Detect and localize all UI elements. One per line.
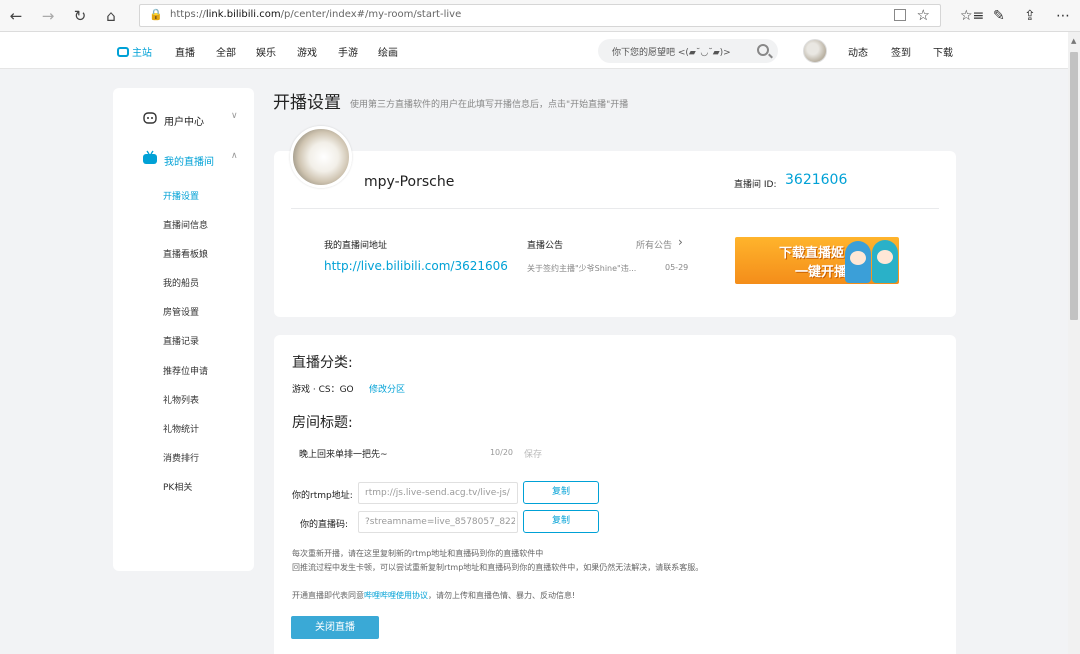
search-placeholder: 你下您的愿望吧 <(▰˘◡˘▰)> bbox=[612, 48, 731, 58]
title-heading: 房间标题: bbox=[292, 415, 353, 431]
sidebar-item-crew[interactable]: 我的船员 bbox=[163, 276, 199, 289]
pen-icon[interactable]: ✎ bbox=[993, 6, 1005, 26]
category-heading: 直播分类: bbox=[292, 355, 353, 371]
sidebar-item-live-history[interactable]: 直播记录 bbox=[163, 334, 199, 347]
notice-item[interactable]: 关于签约主播"少爷Shine"违... bbox=[527, 263, 636, 274]
tv-icon bbox=[143, 150, 157, 164]
room-address-label: 我的直播间地址 bbox=[324, 241, 388, 251]
room-avatar[interactable] bbox=[290, 126, 352, 188]
sidebar-group-label: 我的直播间 bbox=[164, 157, 214, 168]
nav-home[interactable]: 主站 bbox=[117, 44, 152, 59]
room-id: 3621606 bbox=[785, 172, 848, 188]
save-title-link[interactable]: 保存 bbox=[524, 447, 542, 460]
avatar[interactable] bbox=[803, 39, 827, 63]
nav-all[interactable]: 全部 bbox=[216, 44, 236, 59]
room-address-link[interactable]: http://live.bilibili.com/3621606 bbox=[324, 259, 508, 273]
notice-label: 直播公告 bbox=[527, 241, 564, 251]
more-icon[interactable]: ⋯ bbox=[1056, 6, 1070, 26]
address-bar[interactable]: 🔒 https://link.bilibili.com/p/center/ind… bbox=[139, 4, 941, 27]
nav-feed[interactable]: 动态 bbox=[848, 44, 868, 59]
sidebar-item-mascot[interactable]: 直播看板娘 bbox=[163, 247, 208, 260]
chevron-up-icon: ∧ bbox=[231, 151, 238, 161]
close-live-button[interactable]: 关闭直播 bbox=[291, 616, 379, 639]
room-id-label: 直播间 ID: bbox=[734, 180, 777, 190]
lock-icon: 🔒 bbox=[149, 8, 163, 21]
room-title-input[interactable]: 晚上回来单排一把先~ 10/20 bbox=[292, 441, 518, 463]
page-title: 开播设置 bbox=[273, 93, 341, 113]
category-value: 游戏 · CS：GO bbox=[292, 385, 354, 395]
mascot-character-illustration bbox=[845, 241, 871, 283]
tv-icon bbox=[117, 47, 129, 57]
stream-code-field[interactable]: ?streamname=live_8578057_822 bbox=[358, 511, 518, 533]
reading-view-icon[interactable] bbox=[894, 9, 906, 21]
search-icon[interactable] bbox=[757, 44, 769, 56]
sidebar-group-user-center[interactable]: 用户中心 ∨ bbox=[113, 104, 254, 134]
nav-live[interactable]: 直播 bbox=[175, 44, 195, 59]
forward-icon[interactable]: → bbox=[38, 6, 58, 26]
sidebar-item-recommend[interactable]: 推荐位申请 bbox=[163, 364, 208, 377]
stream-code-label: 你的直播码: bbox=[300, 520, 349, 530]
banner-line1: 下载直播姬 bbox=[779, 246, 845, 261]
sidebar-group-my-room[interactable]: 我的直播间 ∧ bbox=[113, 144, 254, 174]
mascot-character-illustration bbox=[872, 240, 898, 283]
scrollbar-thumb[interactable] bbox=[1070, 52, 1078, 320]
share-icon[interactable]: ⇪ bbox=[1024, 6, 1036, 26]
back-icon[interactable]: ← bbox=[6, 6, 26, 26]
sidebar-item-ranking[interactable]: 消费排行 bbox=[163, 451, 199, 464]
room-title-value: 晚上回来单排一把先~ bbox=[299, 450, 388, 460]
agreement-note: 开通直播即代表同意哔哩哔哩使用协议，请勿上传和直播色情、暴力、反动信息! bbox=[292, 591, 576, 600]
all-notices-link[interactable]: 所有公告 bbox=[636, 238, 672, 251]
nav-mobile-games[interactable]: 手游 bbox=[338, 44, 358, 59]
copy-rtmp-button[interactable]: 复制 bbox=[523, 481, 599, 504]
nav-download[interactable]: 下载 bbox=[933, 44, 953, 59]
instruction-note: 每次重新开播，请在这里复制新的rtmp地址和直播码到你的直播软件中 bbox=[292, 549, 544, 558]
home-icon[interactable]: ⌂ bbox=[101, 6, 121, 26]
banner-line2: 一键开播 bbox=[795, 265, 848, 280]
site-header: 主站 直播 全部 娱乐 游戏 手游 绘画 你下您的愿望吧 <(▰˘◡˘▰)> 动… bbox=[0, 32, 1068, 69]
change-category-link[interactable]: 修改分区 bbox=[369, 382, 405, 395]
sidebar-group-label: 用户中心 bbox=[164, 117, 204, 128]
chevron-right-icon[interactable]: › bbox=[678, 235, 683, 249]
rtmp-address-value: rtmp://js.live-send.acg.tv/live-js/ bbox=[365, 488, 510, 498]
browser-toolbar: ← → ↻ ⌂ 🔒 https://link.bilibili.com/p/ce… bbox=[0, 0, 1080, 32]
refresh-icon[interactable]: ↻ bbox=[70, 6, 90, 26]
scroll-up-icon[interactable]: ▲ bbox=[1071, 37, 1076, 45]
nav-drawing[interactable]: 绘画 bbox=[378, 44, 398, 59]
sidebar-item-room-info[interactable]: 直播间信息 bbox=[163, 218, 208, 231]
favorite-star-icon[interactable]: ☆ bbox=[917, 6, 930, 24]
sidebar-item-gift-stats[interactable]: 礼物统计 bbox=[163, 422, 199, 435]
nav-checkin[interactable]: 签到 bbox=[891, 44, 911, 59]
favorites-icon[interactable]: ☆≡ bbox=[960, 6, 984, 26]
nav-entertainment[interactable]: 娱乐 bbox=[256, 44, 276, 59]
rtmp-label: 你的rtmp地址: bbox=[292, 491, 353, 501]
char-count: 10/20 bbox=[489, 448, 513, 457]
sidebar-item-start-live[interactable]: 开播设置 bbox=[163, 189, 199, 202]
instruction-note: 回推流过程中发生卡顿，可以尝试重新复制rtmp地址和直播码到你的直播软件中，如果… bbox=[292, 563, 704, 572]
stream-code-value: ?streamname=live_8578057_822 bbox=[365, 517, 515, 527]
search-input[interactable]: 你下您的愿望吧 <(▰˘◡˘▰)> bbox=[598, 39, 778, 63]
sidebar-item-moderators[interactable]: 房管设置 bbox=[163, 305, 199, 318]
notice-date: 05-29 bbox=[665, 263, 689, 272]
rtmp-address-field[interactable]: rtmp://js.live-send.acg.tv/live-js/ bbox=[358, 482, 518, 504]
page-scrollbar[interactable]: ▲ bbox=[1068, 32, 1080, 654]
chevron-down-icon: ∨ bbox=[231, 111, 238, 121]
nav-games[interactable]: 游戏 bbox=[297, 44, 317, 59]
page-subtitle: 使用第三方直播软件的用户在此填写开播信息后，点击"开始直播"开播 bbox=[350, 100, 629, 110]
copy-stream-code-button[interactable]: 复制 bbox=[523, 510, 599, 533]
username: mpy-Porsche bbox=[364, 174, 455, 190]
download-banner[interactable]: 下载直播姬 一键开播 bbox=[735, 237, 899, 284]
sidebar-item-gift-list[interactable]: 礼物列表 bbox=[163, 393, 199, 406]
user-robot-icon bbox=[143, 112, 157, 124]
sidebar-item-pk[interactable]: PK相关 bbox=[163, 480, 192, 493]
agreement-link[interactable]: 哔哩哔哩使用协议 bbox=[364, 591, 428, 600]
sidebar: 用户中心 ∨ 我的直播间 ∧ 开播设置 直播间信息 直播看板娘 我的船员 房管设… bbox=[113, 88, 254, 571]
url-text: https://link.bilibili.com/p/center/index… bbox=[170, 9, 462, 20]
divider bbox=[291, 208, 939, 209]
